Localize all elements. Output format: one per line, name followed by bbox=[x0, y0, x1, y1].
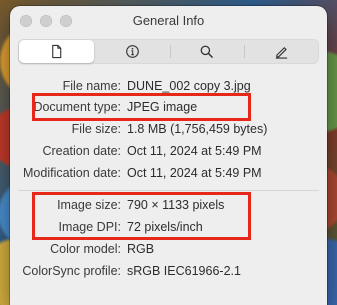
section-divider bbox=[18, 190, 319, 191]
info-label: Modification date: bbox=[23, 166, 121, 180]
inspector-tab-bar bbox=[18, 39, 319, 64]
info-value: sRGB IEC61966-2.1 bbox=[127, 264, 241, 278]
info-icon bbox=[125, 45, 139, 58]
info-row-modification-date: Modification date: Oct 11, 2024 at 5:49 … bbox=[10, 166, 327, 186]
info-value: Oct 11, 2024 at 5:49 PM bbox=[127, 166, 262, 180]
info-row-file-size: File size: 1.8 MB (1,756,459 bytes) bbox=[10, 122, 327, 142]
info-label: File name: bbox=[62, 79, 121, 93]
search-icon bbox=[200, 45, 214, 58]
document-icon bbox=[52, 44, 62, 59]
info-label: ColorSync profile: bbox=[22, 264, 121, 278]
info-label: Creation date: bbox=[42, 144, 121, 158]
info-row-color-model: Color model: RGB bbox=[10, 242, 327, 262]
title-bar[interactable]: General Info bbox=[10, 6, 327, 34]
info-value: DUNE_002 copy 3.jpg bbox=[127, 79, 251, 93]
info-value: 1.8 MB (1,756,459 bytes) bbox=[127, 122, 268, 136]
tab-more-info[interactable] bbox=[95, 39, 170, 64]
info-row-creation-date: Creation date: Oct 11, 2024 at 5:49 PM bbox=[10, 144, 327, 164]
tab-annotations[interactable] bbox=[244, 39, 319, 64]
info-row-colorsync-profile: ColorSync profile: sRGB IEC61966-2.1 bbox=[10, 264, 327, 284]
pencil-icon bbox=[276, 47, 288, 59]
general-info-window: General Info File name: DUNE_002 copy 3.… bbox=[10, 6, 327, 305]
highlight-box-image-size-dpi bbox=[32, 192, 251, 240]
info-value: Oct 11, 2024 at 5:49 PM bbox=[127, 144, 262, 158]
window-title: General Info bbox=[132, 13, 205, 28]
tab-general[interactable] bbox=[19, 40, 94, 63]
info-value: RGB bbox=[127, 242, 155, 256]
info-label: File size: bbox=[71, 122, 121, 136]
tab-keywords[interactable] bbox=[169, 39, 245, 64]
info-label: Color model: bbox=[50, 242, 121, 256]
highlight-box-document-type bbox=[32, 93, 251, 121]
